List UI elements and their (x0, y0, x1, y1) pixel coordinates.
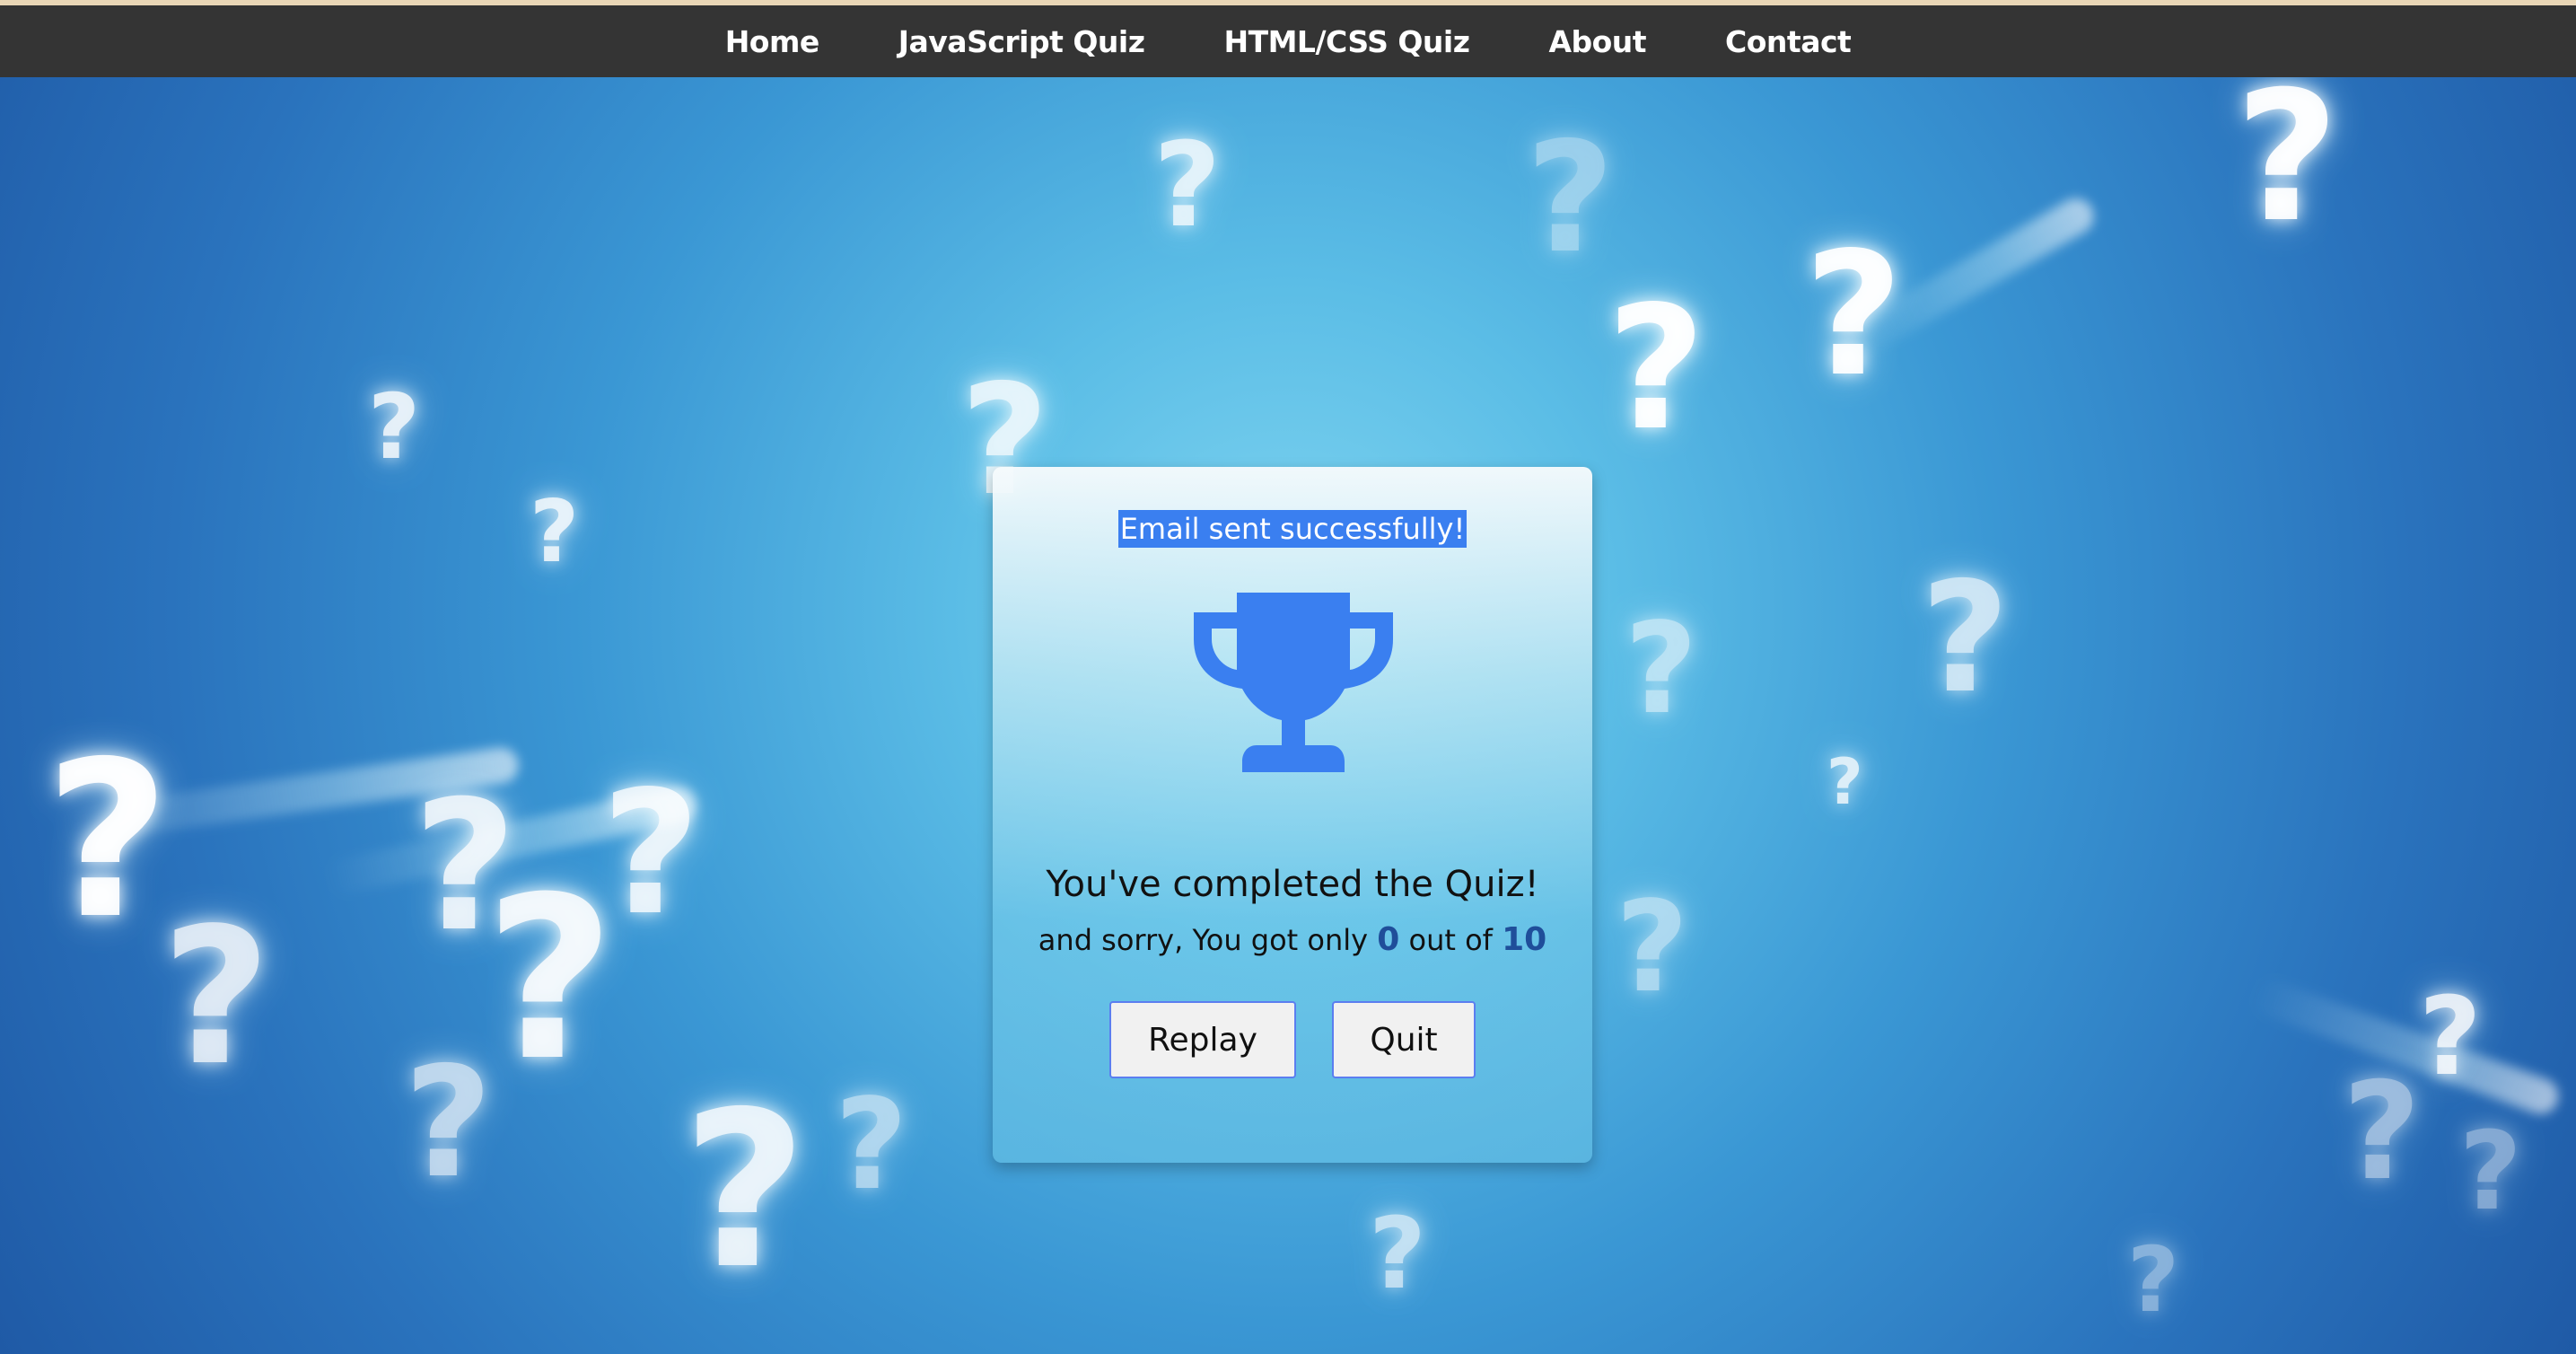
question-mark-decoration: ? (1827, 745, 1863, 819)
completion-heading: You've completed the Quiz! (1046, 864, 1539, 905)
nav-contact-link[interactable]: Contact (1725, 24, 1852, 59)
top-navbar: Home JavaScript Quiz HTML/CSS Quiz About… (0, 5, 2576, 77)
nav-javascript-quiz-link[interactable]: JavaScript Quiz (898, 24, 1145, 59)
question-mark-decoration: ? (1526, 110, 1615, 287)
score-middle-text: out of (1408, 923, 1493, 957)
nav-home-link[interactable]: Home (725, 24, 820, 59)
quiz-result-card: Email sent successfully! You've complete… (993, 467, 1592, 1163)
question-mark-decoration: ? (2419, 975, 2482, 1100)
question-mark-decoration: ? (162, 887, 271, 1107)
question-mark-decoration: ? (45, 715, 171, 966)
score-value: 0 (1377, 921, 1400, 958)
score-prefix-text: and sorry, You got only (1038, 923, 1369, 957)
question-mark-decoration: ? (682, 1065, 808, 1316)
question-mark-decoration: ? (2343, 1054, 2422, 1210)
email-success-message: Email sent successfully! (1117, 510, 1468, 548)
score-total: 10 (1502, 921, 1547, 958)
email-status: Email sent successfully! (993, 510, 1592, 548)
question-mark-decoration: ? (530, 483, 580, 582)
question-mark-decoration: ? (1921, 550, 2010, 727)
question-mark-decoration: ? (1607, 269, 1706, 468)
question-mark-decoration: ? (1804, 215, 1904, 414)
question-mark-decoration: ? (2235, 77, 2340, 262)
replay-button[interactable]: Replay (1109, 1001, 1296, 1078)
nav-html-css-quiz-link[interactable]: HTML/CSS Quiz (1223, 24, 1469, 59)
question-mark-decoration: ? (601, 754, 701, 953)
question-mark-decoration: ? (2127, 1227, 2180, 1332)
question-mark-decoration: ? (368, 374, 421, 479)
nav-about-link[interactable]: About (1548, 24, 1646, 59)
question-mark-decoration: ? (1616, 875, 1689, 1021)
question-mark-decoration: ? (1153, 117, 1222, 253)
trophy-icon (1194, 593, 1393, 772)
question-mark-decoration: ? (835, 1072, 908, 1218)
question-mark-decoration: ? (2459, 1110, 2522, 1235)
quit-button[interactable]: Quit (1332, 1001, 1476, 1078)
score-summary: and sorry, You got only 0 out of 10 (993, 921, 1592, 958)
question-mark-decoration: ? (1625, 596, 1698, 743)
question-mark-decoration: ? (485, 848, 616, 1110)
question-mark-decoration: ? (1369, 1196, 1426, 1311)
question-mark-decoration: ? (404, 1034, 493, 1212)
